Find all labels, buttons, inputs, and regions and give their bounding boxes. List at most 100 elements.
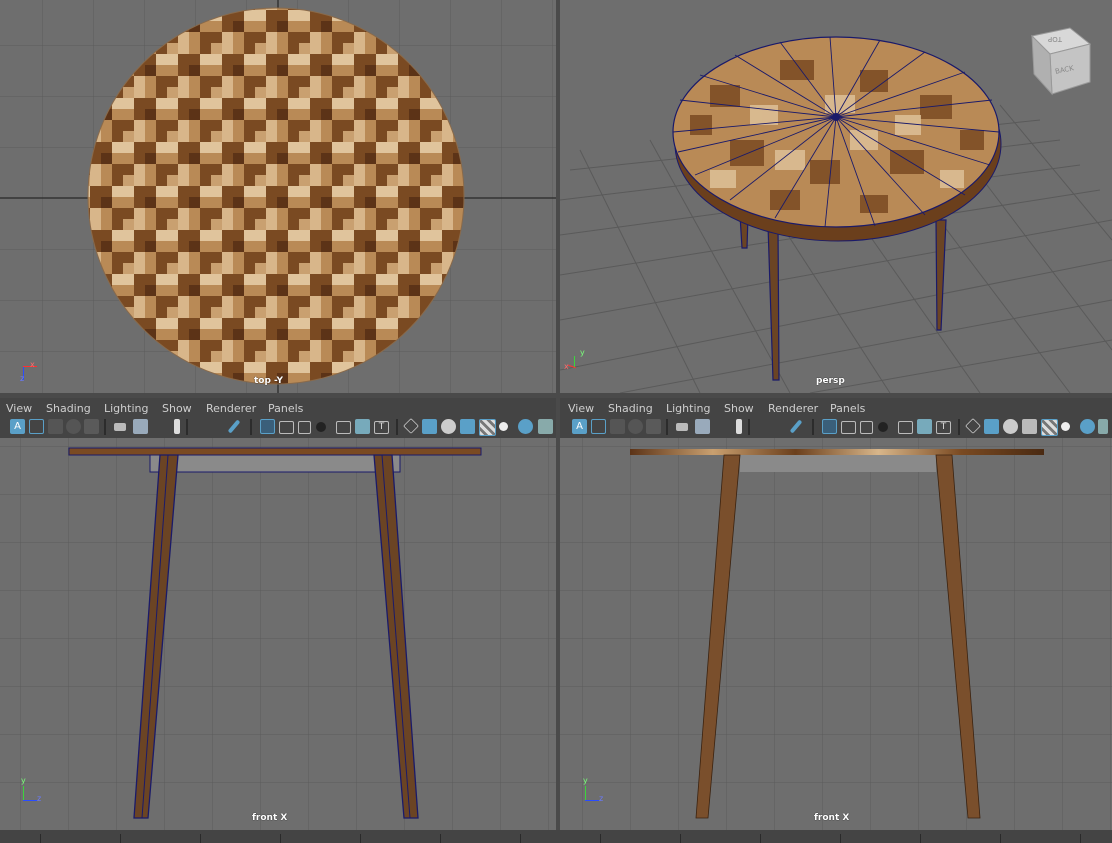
light-icon[interactable] [1061, 422, 1070, 431]
lock-camera-icon[interactable] [29, 419, 44, 434]
panel-toolbar: A T [560, 417, 1112, 438]
strip-tick [600, 834, 601, 843]
default-material-icon[interactable] [1003, 419, 1018, 434]
wireframe-on-shaded-icon[interactable] [460, 419, 475, 434]
default-material-icon[interactable] [441, 419, 456, 434]
menu-panels[interactable]: Panels [268, 402, 303, 415]
strip-tick [840, 834, 841, 843]
viewport-label: top -Y [254, 376, 283, 386]
strip-tick [520, 834, 521, 843]
strip-tick [1080, 834, 1081, 843]
axis-z-label: z [20, 374, 25, 383]
light-icon[interactable] [499, 422, 508, 431]
text-icon[interactable]: T [374, 421, 389, 434]
film-gate-icon[interactable] [841, 421, 856, 434]
shadow-icon[interactable] [518, 419, 533, 434]
text-icon[interactable]: T [936, 421, 951, 434]
bookmark-icon[interactable] [736, 419, 742, 434]
wireframe-icon[interactable] [965, 418, 981, 434]
pane-divider-horizontal[interactable] [0, 393, 1112, 398]
axis-indicator: y x [564, 348, 594, 374]
texture-icon[interactable] [479, 419, 496, 436]
toolbar-separator [104, 419, 106, 435]
field-chart-icon[interactable] [878, 422, 888, 432]
toolbar-separator [666, 419, 668, 435]
camera-attributes-icon[interactable] [48, 419, 63, 434]
camera-attributes-icon[interactable] [610, 419, 625, 434]
safe-title-icon[interactable] [917, 419, 932, 434]
toolbar-separator [186, 419, 188, 435]
strip-tick [920, 834, 921, 843]
select-camera-icon[interactable]: A [10, 419, 25, 434]
two-d-pan-icon[interactable] [84, 419, 99, 434]
camera-icon[interactable] [114, 423, 126, 431]
strip-tick [120, 834, 121, 843]
camera-icon[interactable] [676, 423, 688, 431]
bottom-status-strip [0, 830, 1112, 843]
toolbar-separator [396, 419, 398, 435]
grid-icon[interactable] [822, 419, 837, 434]
xray-icon[interactable] [538, 419, 553, 434]
safe-title-icon[interactable] [355, 419, 370, 434]
pencil-icon[interactable] [789, 419, 803, 434]
grid-icon[interactable] [260, 419, 275, 434]
panel-menubar: View Shading Lighting Show Renderer Pane… [560, 400, 1112, 416]
axis-x-label: x [564, 362, 569, 371]
menu-show[interactable]: Show [162, 402, 192, 415]
strip-tick [360, 834, 361, 843]
select-camera-icon[interactable]: A [572, 419, 587, 434]
axis-z-label: z [37, 794, 42, 803]
viewport-persp[interactable]: TOP BACK y x persp [560, 0, 1112, 393]
toolbar-separator [812, 419, 814, 435]
panel-toolbar: A T [0, 417, 556, 438]
resolution-gate-icon[interactable] [860, 421, 873, 434]
pencil-icon[interactable] [227, 419, 241, 434]
axis-indicator: x z [18, 360, 44, 384]
menu-renderer[interactable]: Renderer [768, 402, 818, 415]
frame-icon[interactable] [695, 419, 710, 434]
image-plane-icon[interactable] [628, 419, 643, 434]
lock-camera-icon[interactable] [591, 419, 606, 434]
image-plane-icon[interactable] [66, 419, 81, 434]
viewport-front-left[interactable]: y z front X [0, 438, 556, 830]
viewport-top[interactable]: x z top -Y [0, 0, 556, 393]
menu-shading[interactable]: Shading [46, 402, 91, 415]
strip-tick [680, 834, 681, 843]
resolution-gate-icon[interactable] [298, 421, 311, 434]
xray-icon[interactable] [1098, 419, 1108, 434]
menu-lighting[interactable]: Lighting [666, 402, 710, 415]
view-cube[interactable]: TOP BACK [1030, 26, 1092, 96]
viewport-label: front X [814, 813, 850, 823]
wireframe-icon[interactable] [403, 418, 419, 434]
film-gate-icon[interactable] [279, 421, 294, 434]
menu-view[interactable]: View [568, 402, 594, 415]
menu-renderer[interactable]: Renderer [206, 402, 256, 415]
texture-icon[interactable] [1041, 419, 1058, 436]
wireframe-on-shaded-icon[interactable] [1022, 419, 1037, 434]
safe-action-icon[interactable] [898, 421, 913, 434]
menu-lighting[interactable]: Lighting [104, 402, 148, 415]
toolbar-separator [748, 419, 750, 435]
axis-indicator: y z [580, 776, 608, 806]
bookmark-icon[interactable] [174, 419, 180, 434]
menu-view[interactable]: View [6, 402, 32, 415]
viewport-front-right[interactable]: y z front X [560, 438, 1112, 830]
two-d-pan-icon[interactable] [646, 419, 661, 434]
shadow-icon[interactable] [1080, 419, 1095, 434]
panel-menubar: View Shading Lighting Show Renderer Pane… [0, 400, 556, 416]
smooth-shade-icon[interactable] [422, 419, 437, 434]
toolbar-separator [250, 419, 252, 435]
frame-icon[interactable] [133, 419, 148, 434]
menu-show[interactable]: Show [724, 402, 754, 415]
smooth-shade-icon[interactable] [984, 419, 999, 434]
strip-tick [200, 834, 201, 843]
safe-action-icon[interactable] [336, 421, 351, 434]
strip-tick [40, 834, 41, 843]
strip-tick [280, 834, 281, 843]
menu-shading[interactable]: Shading [608, 402, 653, 415]
menu-panels[interactable]: Panels [830, 402, 865, 415]
viewport-label: front X [252, 813, 288, 823]
viewport-label: persp [816, 376, 845, 386]
toolbar-separator [958, 419, 960, 435]
field-chart-icon[interactable] [316, 422, 326, 432]
